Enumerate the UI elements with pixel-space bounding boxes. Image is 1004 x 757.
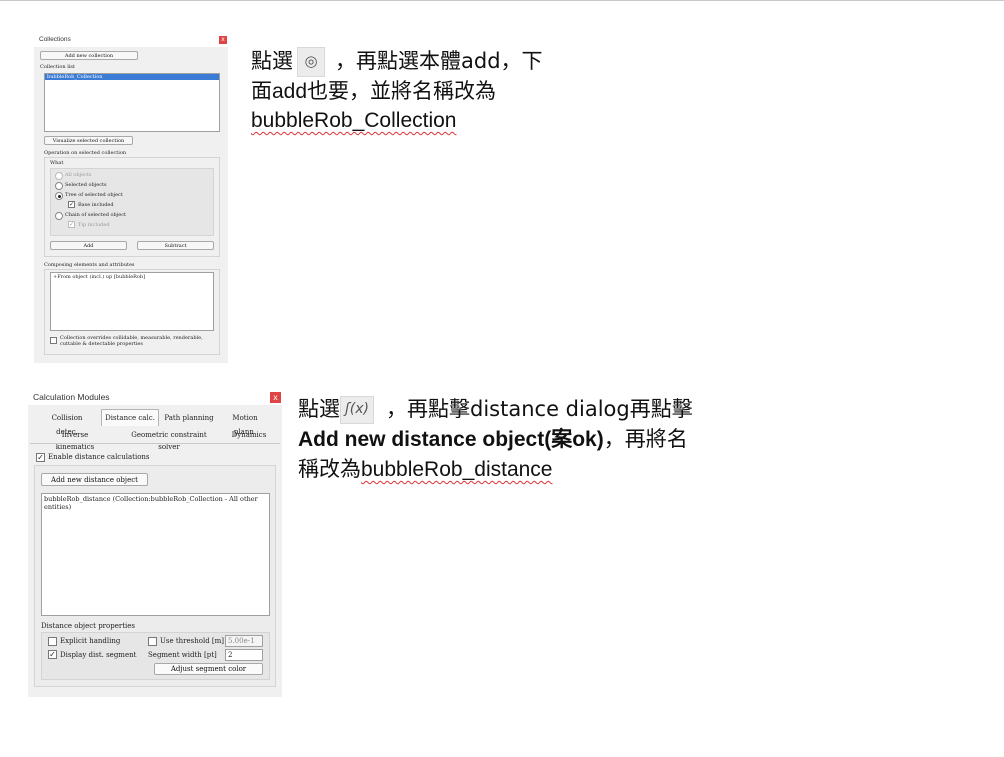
radio-label: Tree of selected object	[65, 192, 123, 198]
composing-label: Composing elements and attributes	[44, 262, 135, 268]
display-segment-label: Display dist. segment	[60, 651, 137, 659]
instruction-text: 點選	[298, 397, 340, 421]
radio-label: Selected objects	[65, 182, 107, 188]
tab-inverse-kinematics[interactable]: Inverse kinematics	[42, 429, 108, 451]
what-label: What	[50, 160, 64, 166]
dialog-title: Calculation Modules	[33, 392, 110, 402]
adjust-segment-color-button[interactable]: Adjust segment color	[154, 663, 263, 675]
tab-motion-planning[interactable]: Motion plann.	[221, 411, 269, 436]
add-button[interactable]: Add	[50, 241, 127, 250]
tab-path-planning[interactable]: Path planning	[164, 411, 214, 425]
explicit-handling-checkbox[interactable]	[48, 637, 57, 646]
dialog-title: Collections	[39, 36, 71, 43]
display-segment-checkbox[interactable]: ✓	[48, 650, 57, 659]
instruction-1-line3: bubbleRob_Collection	[251, 106, 456, 136]
use-threshold-label: Use threshold [m]	[160, 637, 225, 645]
threshold-input[interactable]: 5.00e-1	[225, 635, 263, 647]
use-threshold-checkbox[interactable]	[148, 637, 157, 646]
override-label-line2: cuttable & detectable properties	[60, 341, 143, 347]
function-icon: ʃ(x)	[340, 396, 374, 425]
radio-chain-selected[interactable]	[55, 212, 63, 220]
collection-list[interactable]: bubbleRob_Collection	[44, 73, 220, 132]
tip-included-checkbox[interactable]: ✓	[68, 221, 75, 228]
segment-width-input[interactable]: 2	[225, 649, 263, 661]
instruction-text: ，再點選本體add，下	[335, 49, 543, 73]
override-checkbox[interactable]	[50, 337, 57, 344]
instruction-1-line1: 點選 ◎ ，再點選本體add，下	[251, 46, 543, 78]
tab-distance-calculation[interactable]: Distance calc.	[101, 409, 159, 426]
distance-list-item[interactable]: bubbleRob_distance (Collection:bubbleRob…	[42, 494, 269, 512]
composing-list-item[interactable]: +From object (incl.) up [bubbleRob]	[51, 273, 213, 281]
close-button[interactable]: x	[270, 392, 281, 403]
segment-width-label: Segment width [pt]	[148, 651, 217, 659]
instruction-1-line2: 面add也要，並將名稱改為	[251, 80, 497, 103]
tab-geometric-constraint-solver[interactable]: Geometric constraint solver	[124, 429, 214, 451]
tab-collision-detection[interactable]: Collision detec.	[40, 411, 94, 436]
enable-distance-checkbox[interactable]: ✓	[36, 453, 45, 462]
base-included-checkbox[interactable]: ✓	[68, 201, 75, 208]
instruction-text: ，再點擊distance dialog再點擊	[386, 397, 693, 421]
distance-name-text: bubbleRob_distance	[361, 458, 553, 481]
radio-label: All objects	[65, 172, 92, 178]
distance-object-list[interactable]: bubbleRob_distance (Collection:bubbleRob…	[41, 493, 270, 616]
radio-tree-selected[interactable]	[55, 192, 63, 200]
calculation-modules-dialog: Calculation Modules x Collision detec. D…	[28, 390, 282, 697]
add-new-collection-button[interactable]: Add new collection	[40, 51, 138, 60]
radio-all-objects[interactable]	[55, 172, 63, 180]
radio-label: Chain of selected object	[65, 212, 127, 218]
instruction-2-line2: Add new distance object(案ok)，再將名	[298, 424, 688, 455]
tab-dynamics[interactable]: Dynamics	[228, 429, 270, 441]
enable-distance-label: Enable distance calculations	[48, 453, 150, 461]
instruction-text: ，再將名	[603, 427, 688, 451]
visualize-collection-button[interactable]: Visualize selected collection	[44, 136, 133, 145]
add-distance-bold-text: Add new distance object(案ok)	[298, 428, 604, 451]
instruction-2-line3: 稱改為bubbleRob_distance	[298, 454, 552, 485]
subtract-button[interactable]: Subtract	[137, 241, 214, 250]
distance-props-label: Distance object properties	[41, 622, 135, 630]
instruction-text: 稱改為	[298, 457, 361, 481]
radio-selected-objects[interactable]	[55, 182, 63, 190]
collection-list-label: Collection list	[40, 64, 75, 70]
add-distance-object-button[interactable]: Add new distance object	[41, 473, 148, 486]
operation-label: Operation on selected collection	[44, 150, 127, 156]
tip-included-label: Tip included	[78, 222, 110, 228]
collection-list-item[interactable]: bubbleRob_Collection	[45, 74, 219, 80]
close-button[interactable]: x	[219, 36, 227, 44]
dialog-titlebar: Collections	[34, 33, 228, 47]
instruction-text: 點選	[251, 49, 293, 73]
base-included-label: Base included	[78, 202, 114, 208]
collection-icon: ◎	[297, 47, 325, 78]
explicit-handling-label: Explicit handling	[60, 637, 121, 645]
collections-dialog: Collections x Add new collection Collect…	[34, 33, 228, 363]
top-border	[0, 0, 1004, 1]
dialog-titlebar: Calculation Modules	[28, 390, 282, 405]
instruction-2-line1: 點選 ʃ(x) ，再點擊distance dialog再點擊	[298, 394, 693, 425]
collection-name-text: bubbleRob_Collection	[251, 109, 457, 132]
tab-divider	[30, 443, 280, 444]
composing-list[interactable]: +From object (incl.) up [bubbleRob]	[50, 272, 214, 331]
